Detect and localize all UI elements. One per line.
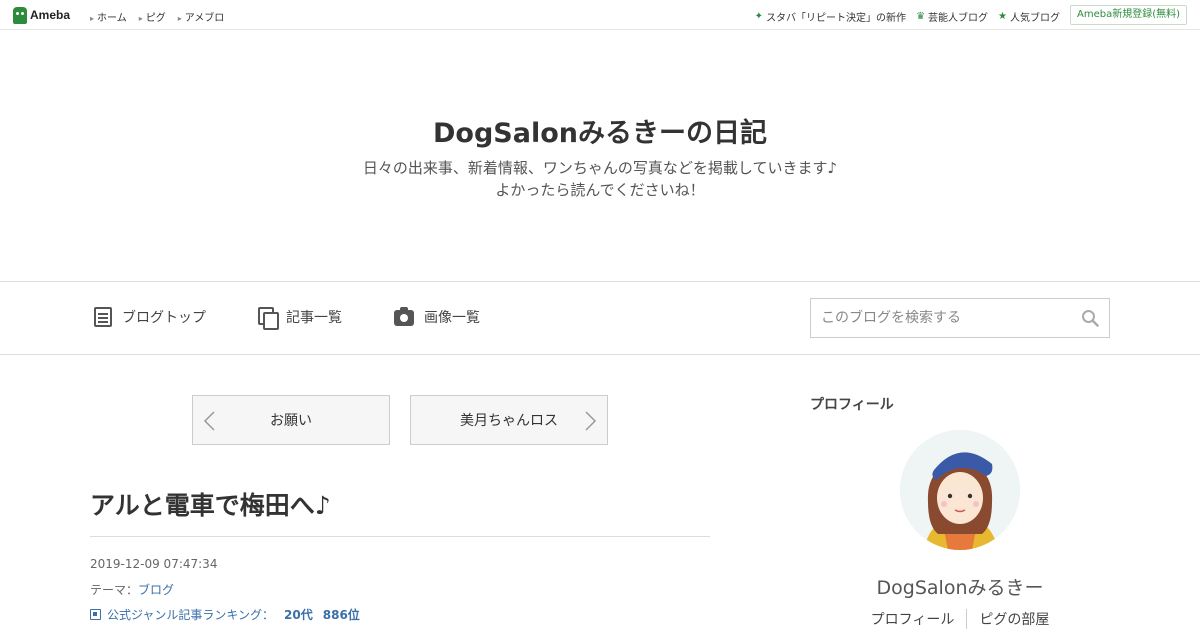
profile-links: プロフィール ピグの部屋 [810,609,1110,629]
ameba-logo-icon [13,6,27,24]
sparkle-icon: ✦ [754,11,764,22]
blog-description: 日々の出来事、新着情報、ワンちゃんの写真などを掲載していきます♪ よかったら読ん… [0,157,1200,201]
blog-description-line1: 日々の出来事、新着情報、ワンちゃんの写真などを掲載していきます♪ [362,159,838,177]
prev-entry-button[interactable]: お願い [192,395,390,445]
celebrity-blog-label: 芸能人ブログ [928,13,989,24]
blog-description-line2: よかったら読んでくださいね！ [495,181,705,199]
theme-link[interactable]: ブログ [138,583,174,597]
global-right-links: ✦ スタバ「リピート決定」の新作 ♛ 芸能人ブログ ★ 人気ブログ [755,9,1060,24]
promo-link[interactable]: ✦ スタバ「リピート決定」の新作 [755,9,906,24]
nav-image-list-label: 画像一覧 [424,310,480,326]
next-entry-label: 美月ちゃんロス [460,413,558,429]
popular-blog-link[interactable]: ★ 人気ブログ [998,9,1060,24]
copy-icon [258,307,279,330]
global-nav-pigg[interactable]: ピグ [139,9,166,24]
ameba-logo[interactable]: Ameba [13,6,70,24]
article-date: 2019-12-09 07:47:34 [90,557,218,571]
blog-title[interactable]: DogSalonみるきーの日記 [0,111,1200,150]
article-theme: テーマ：ブログ [90,581,174,598]
promo-link-label: スタバ「リピート決定」の新作 [766,13,907,24]
nav-blog-top-label: ブログトップ [122,310,206,326]
blog-search [810,298,1110,338]
search-input[interactable] [811,299,1061,337]
chevron-right-icon [585,411,597,431]
ranking-label: 公式ジャンル記事ランキング： [107,608,275,622]
global-header: Ameba ホーム ピグ アメブロ ✦ スタバ「リピート決定」の新作 ♛ 芸能人… [0,0,1200,30]
ranking-position: 886位 [322,608,360,622]
celebrity-blog-link[interactable]: ♛ 芸能人ブログ [916,9,988,24]
star-icon: ★ [998,11,1007,22]
next-entry-button[interactable]: 美月ちゃんロス [410,395,608,445]
pigg-room-link[interactable]: ピグの部屋 [966,609,1061,629]
global-nav-ameblo[interactable]: アメブロ [178,9,225,24]
genre-ranking-link[interactable]: 公式ジャンル記事ランキング： 20代 886位 [90,606,360,623]
camera-icon [394,307,414,326]
crown-icon: ♛ [916,11,926,22]
nav-blog-top[interactable]: ブログトップ [94,307,206,327]
ranking-genre: 20代 [284,608,313,622]
nav-entry-list[interactable]: 記事一覧 [258,307,342,330]
nav-entry-list-label: 記事一覧 [286,310,342,326]
avatar-illustration [900,430,1020,550]
chevron-left-icon [203,411,215,431]
article-title[interactable]: アルと電車で梅田へ♪ [90,486,331,522]
profile-link[interactable]: プロフィール [859,609,967,629]
blog-header: DogSalonみるきーの日記 日々の出来事、新着情報、ワンちゃんの写真などを掲… [0,31,1200,281]
blog-nav: ブログトップ 記事一覧 画像一覧 [0,281,1200,355]
global-nav-home[interactable]: ホーム [90,9,127,24]
ranking-icon [90,609,101,620]
profile-name[interactable]: DogSalonみるきー [810,573,1110,600]
popular-blog-label: 人気ブログ [1010,13,1060,24]
document-icon [94,307,112,327]
nav-image-list[interactable]: 画像一覧 [394,307,480,327]
theme-prefix: テーマ： [90,583,139,597]
global-nav: ホーム ピグ アメブロ [90,9,224,24]
prev-entry-label: お願い [270,413,312,429]
avatar[interactable] [900,430,1020,550]
article-divider [90,536,710,537]
search-icon[interactable] [1081,309,1099,327]
logo-text: Ameba [30,8,71,22]
register-button[interactable]: Ameba新規登録(無料) [1069,5,1187,25]
profile-heading: プロフィール [810,397,894,413]
